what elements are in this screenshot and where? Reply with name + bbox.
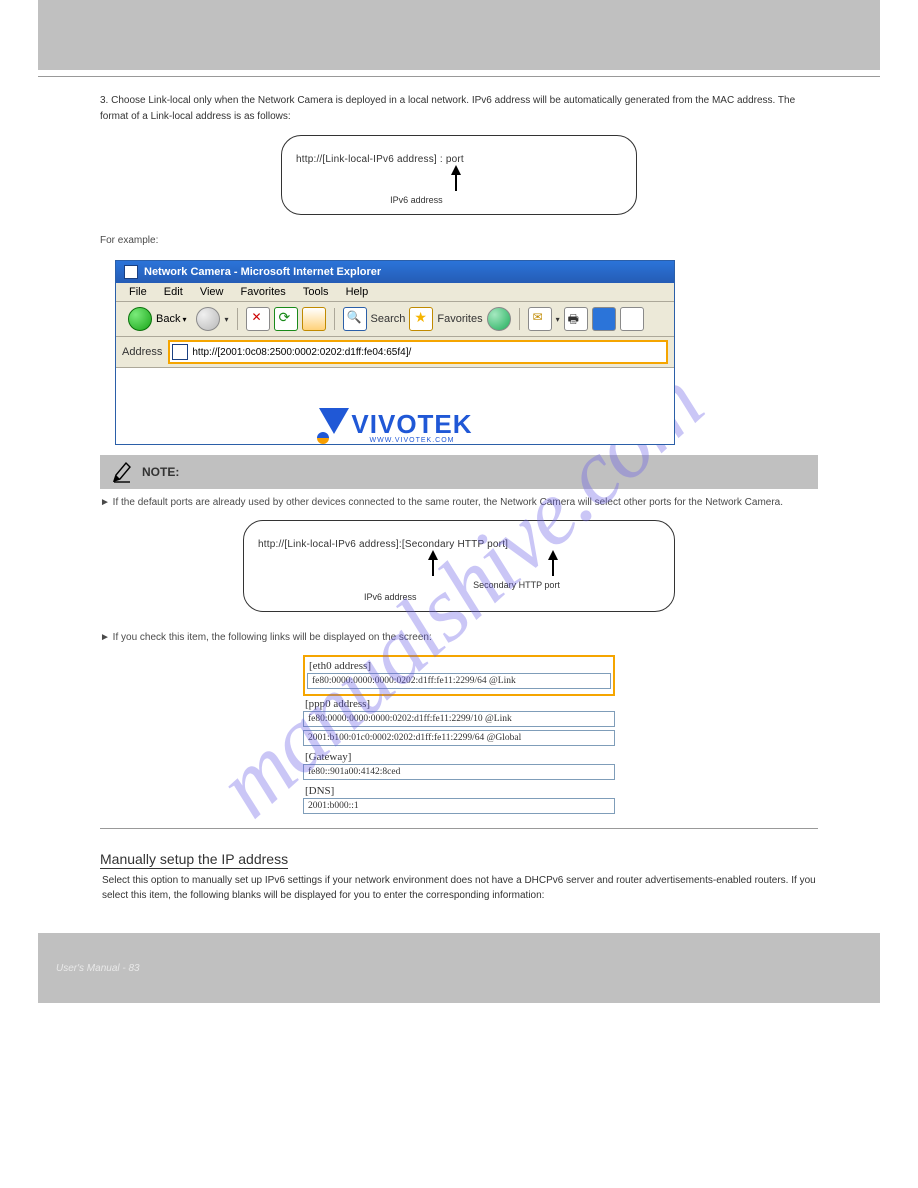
print-button[interactable]	[564, 307, 588, 331]
window-title: Network Camera - Microsoft Internet Expl…	[116, 261, 674, 283]
logo-text: VIVOTEK	[351, 409, 472, 439]
logo-v-icon	[317, 408, 351, 444]
arrow-label-ipv6: IPv6 address	[390, 165, 443, 205]
url-format-2: http://[Link-local-IPv6 address]:[Second…	[258, 539, 660, 550]
refresh-button[interactable]	[274, 307, 298, 331]
section-rule	[100, 828, 818, 829]
section-heading: Manually setup the IP address	[100, 851, 288, 869]
forward-button[interactable]	[196, 307, 220, 331]
url-format-box-1: http://[Link-local-IPv6 address] : port …	[281, 135, 637, 215]
gateway-value: fe80::901a00:4142:8ced	[303, 764, 615, 780]
back-label: Back	[156, 313, 180, 325]
logo-subtext: WWW.VIVOTEK.COM	[351, 437, 472, 444]
header-bar	[38, 0, 880, 70]
back-icon	[128, 307, 152, 331]
home-button[interactable]	[302, 307, 326, 331]
url-format-1: http://[Link-local-IPv6 address] : port	[296, 154, 464, 165]
ipv6-info-block: [eth0 address] fe80:0000:0000:0000:0202:…	[303, 655, 615, 814]
search-button[interactable]: Search	[371, 313, 406, 325]
star-icon	[409, 307, 433, 331]
pencil-icon	[112, 461, 132, 483]
note-label: NOTE:	[142, 465, 179, 479]
example-label-1: For example:	[100, 233, 818, 248]
page-body: VIVOTEK WWW.VIVOTEK.COM	[116, 368, 674, 444]
dns-value: 2001:b000::1	[303, 798, 615, 814]
media-button[interactable]	[487, 307, 511, 331]
header-rule	[38, 76, 880, 77]
address-input[interactable]: http://[2001:0c08:2500:0002:0202:d1ff:fe…	[168, 340, 668, 364]
gateway-label: [Gateway]	[303, 749, 615, 763]
eth0-label: [eth0 address]	[307, 658, 611, 672]
note-bar: NOTE:	[100, 455, 818, 489]
arrow-label-ipv6-2: IPv6 address	[364, 562, 417, 602]
stop-button[interactable]	[246, 307, 270, 331]
ppp0-label: [ppp0 address]	[303, 696, 615, 710]
intro-text: 3. Choose Link-local only when the Netwo…	[100, 93, 818, 125]
address-label: Address	[122, 346, 162, 358]
footer-page: User's Manual - 83	[56, 963, 140, 974]
dns-label: [DNS]	[303, 783, 615, 797]
menu-tools[interactable]: Tools	[303, 286, 329, 298]
example-lead-2: ► If you check this item, the following …	[100, 630, 818, 645]
menu-file[interactable]: File	[129, 286, 147, 298]
messenger-button[interactable]	[620, 307, 644, 331]
separator-icon	[237, 308, 238, 330]
arrow-label-port: Secondary HTTP port	[473, 550, 560, 590]
note-text: ► If the default ports are already used …	[100, 495, 818, 510]
menu-bar: File Edit View Favorites Tools Help	[116, 283, 674, 302]
favorites-button[interactable]: Favorites	[437, 313, 482, 325]
mail-button[interactable]	[528, 307, 552, 331]
back-button[interactable]: Back ▾	[122, 305, 192, 333]
vivotek-logo: VIVOTEK WWW.VIVOTEK.COM	[317, 408, 472, 444]
url-format-box-2: http://[Link-local-IPv6 address]:[Second…	[243, 520, 675, 612]
menu-view[interactable]: View	[200, 286, 224, 298]
menu-favorites[interactable]: Favorites	[241, 286, 286, 298]
ie-window: Network Camera - Microsoft Internet Expl…	[115, 260, 675, 445]
search-icon	[343, 307, 367, 331]
separator-icon	[519, 308, 520, 330]
menu-edit[interactable]: Edit	[164, 286, 183, 298]
ppp0-value-1: fe80:0000:0000:0000:0202:d1ff:fe11:2299/…	[303, 711, 615, 727]
menu-help[interactable]: Help	[346, 286, 369, 298]
ppp0-value-2: 2001:b100:01c0:0002:0202:d1ff:fe11:2299/…	[303, 730, 615, 746]
manual-ip-text: Select this option to manually set up IP…	[102, 873, 818, 903]
edit-button[interactable]	[592, 307, 616, 331]
eth0-value: fe80:0000:0000:0000:0202:d1ff:fe11:2299/…	[307, 673, 611, 689]
toolbar: Back ▾ ▾ Search Favorites	[116, 302, 674, 337]
separator-icon	[334, 308, 335, 330]
footer-bar: User's Manual - 83	[38, 933, 880, 1003]
